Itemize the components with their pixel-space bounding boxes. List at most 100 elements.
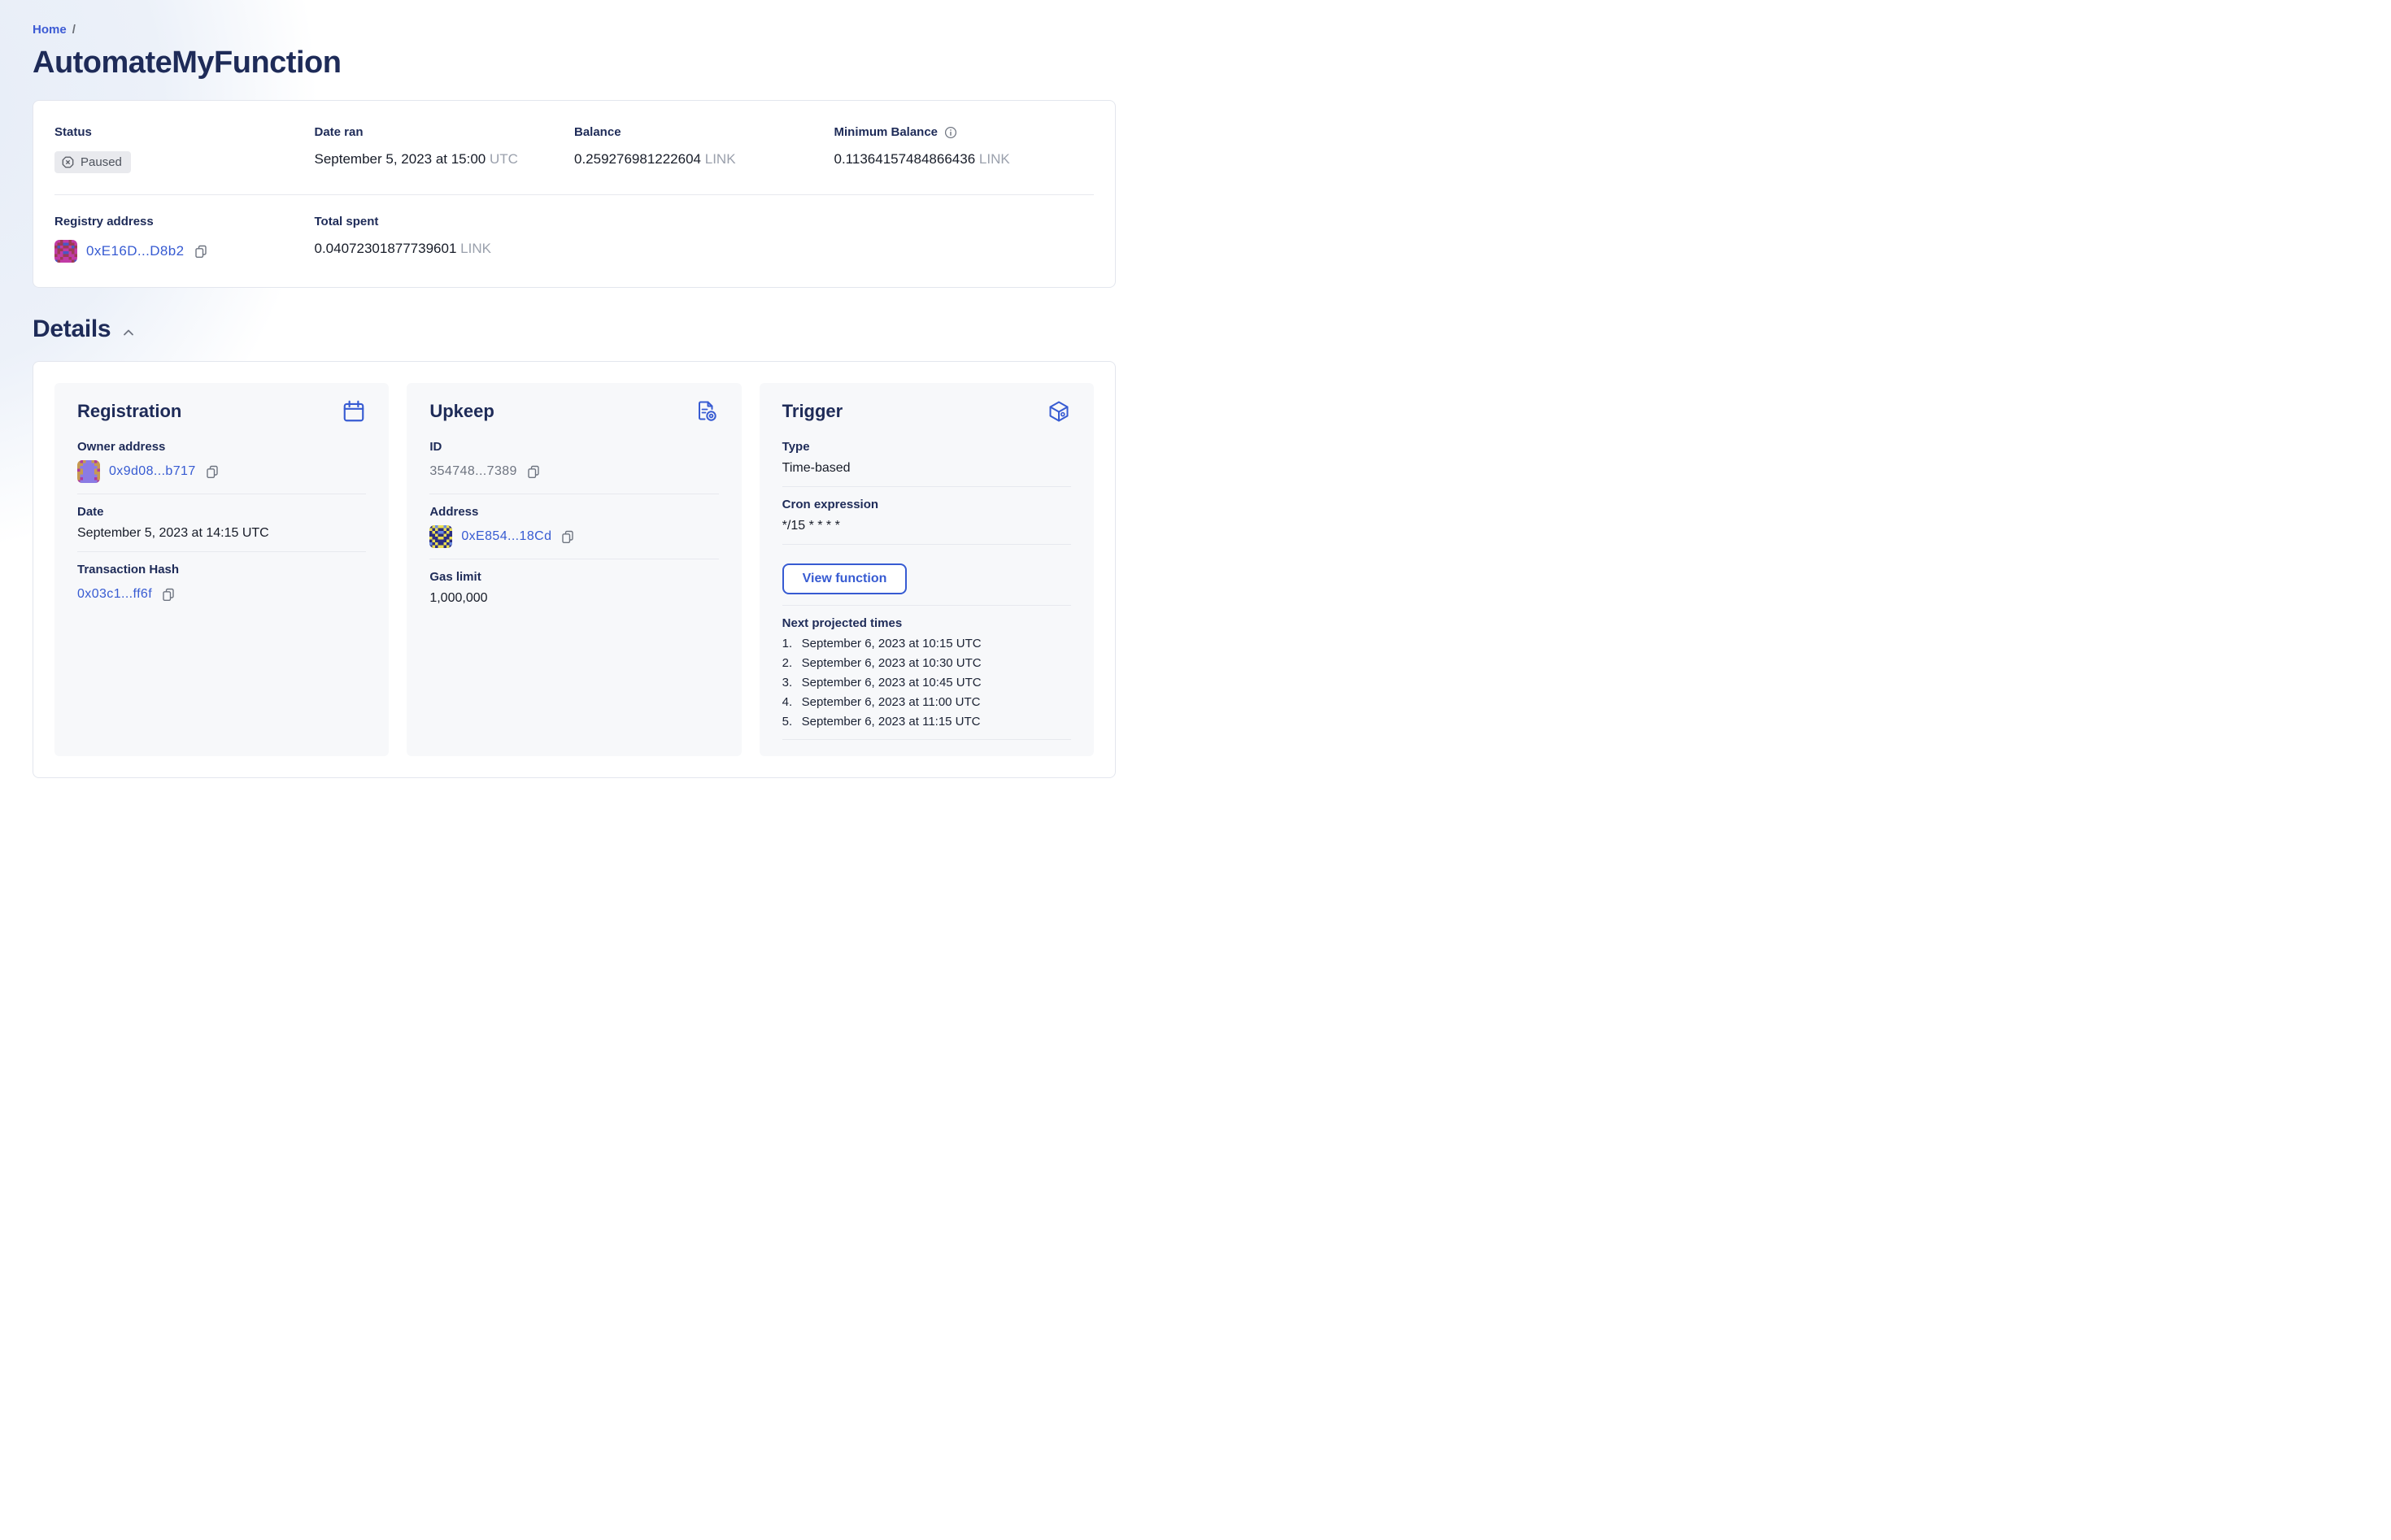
list-item-number: 2. [782,656,793,670]
details-card: Registration Owner address 0x9d08...b717… [33,361,1116,778]
copy-icon [194,245,207,259]
date-ran-value: September 5, 2023 at 15:00 [314,151,486,167]
registration-date-value: September 5, 2023 at 14:15 UTC [77,526,269,540]
registry-address-link[interactable]: 0xE16D...D8b2 [86,243,185,259]
copy-icon [163,588,174,602]
info-icon[interactable] [944,126,957,139]
summary-row-2: Registry address 0xE16D...D8b2 Total spe… [54,215,1094,263]
next-projected-times-list: 1. September 6, 2023 at 10:15 UTC 2. Septe… [782,637,1071,729]
upkeep-address-copy-button[interactable] [560,529,575,544]
summary-row-1: Status Paused Date ran September 5, 2023… [54,125,1094,173]
balance-field: Balance 0.259276981222604 LINK [574,125,834,173]
details-header: Details [33,315,1148,343]
summary-card: Status Paused Date ran September 5, 2023… [33,100,1116,288]
owner-identicon [77,460,100,483]
total-spent-field: Total spent 0.04072301877739601 LINK [315,215,575,263]
registration-date-label: Date [77,505,104,519]
trigger-type-label: Type [782,440,810,454]
list-item-number: 4. [782,695,793,709]
trigger-title: Trigger [782,401,843,421]
list-item: 2. September 6, 2023 at 10:30 UTC [782,656,1071,671]
view-function-button[interactable]: View function [782,563,908,594]
divider [77,551,367,552]
trigger-panel: Trigger Type Time-based Cron expression … [759,383,1094,756]
page-title: AutomateMyFunction [33,46,342,80]
registry-copy-button[interactable] [194,244,208,259]
trigger-type-value: Time-based [782,461,851,475]
minimum-balance-value: 0.11364157484866436 [834,151,976,167]
divider [782,739,1071,740]
status-label: Status [54,125,92,139]
gas-limit-value: 1,000,000 [429,591,488,605]
cron-expression-label: Cron expression [782,498,879,511]
list-item-text: September 6, 2023 at 10:45 UTC [801,676,982,690]
status-badge: Paused [54,151,131,173]
summary-divider [54,194,1094,195]
balance-unit: LINK [704,151,736,167]
upkeep-address-link[interactable]: 0xE854...18Cd [461,529,551,544]
transaction-hash-copy-button[interactable] [161,587,176,602]
list-item-number: 3. [782,676,793,690]
registry-address-label: Registry address [54,215,154,228]
divider [782,486,1071,487]
transaction-hash-link[interactable]: 0x03c1...ff6f [77,587,152,602]
owner-address-link[interactable]: 0x9d08...b717 [109,464,196,479]
total-spent-unit: LINK [460,241,491,256]
total-spent-value: 0.04072301877739601 [314,241,457,256]
next-projected-times-label: Next projected times [782,616,903,630]
list-item-text: September 6, 2023 at 10:15 UTC [801,637,982,650]
list-item: 5. September 6, 2023 at 11:15 UTC [782,715,1071,729]
total-spent-label: Total spent [314,215,379,228]
registry-identicon [54,240,77,263]
copy-icon [206,465,218,479]
minimum-balance-field: Minimum Balance 0.11364157484866436 LINK [834,125,1095,173]
registry-address-field: Registry address 0xE16D...D8b2 [54,215,315,263]
minimum-balance-unit: LINK [978,151,1010,167]
upkeep-address-label: Address [429,505,479,519]
next-projected-times: Next projected times 1. September 6, 2023… [782,616,1071,729]
copy-icon [528,465,539,479]
status-value: Paused [81,155,122,169]
owner-address-label: Owner address [77,440,166,454]
list-item-text: September 6, 2023 at 11:15 UTC [801,715,981,729]
upkeep-title: Upkeep [429,401,494,421]
calendar-icon [344,400,364,422]
divider [782,544,1071,545]
list-item-text: September 6, 2023 at 10:30 UTC [801,656,982,670]
page: Home / AutomateMyFunction Status Paused D… [0,0,1148,778]
breadcrumb-separator: / [72,23,76,37]
balance-value: 0.259276981222604 [574,151,701,167]
registration-title: Registration [77,401,182,421]
list-item-number: 1. [782,637,793,650]
transaction-hash-label: Transaction Hash [77,563,180,576]
list-item-number: 5. [782,715,793,729]
chevron-up-icon [124,329,134,336]
status-field: Status Paused [54,125,315,173]
document-gear-icon [698,401,716,421]
details-heading: Details [33,315,111,342]
copy-icon [562,530,574,544]
upkeep-id-label: ID [429,440,442,454]
cube-icon [1049,401,1069,422]
registration-panel: Registration Owner address 0x9d08...b717… [54,383,390,756]
list-item: 4. September 6, 2023 at 11:00 UTC [782,695,1071,710]
cron-expression-value: */15 * * * * [782,519,840,533]
date-ran-field: Date ran September 5, 2023 at 15:00 UTC [315,125,575,173]
upkeep-panel: Upkeep ID 354748...7389 Address 0xE854..… [407,383,742,756]
details-collapse-toggle[interactable] [121,327,136,338]
gas-limit-label: Gas limit [429,570,481,584]
list-item: 1. September 6, 2023 at 10:15 UTC [782,637,1071,651]
upkeep-id-value: 354748...7389 [429,464,517,478]
breadcrumb-home-link[interactable]: Home [33,23,67,37]
date-ran-label: Date ran [314,125,364,139]
upkeep-address-identicon [429,525,453,548]
date-ran-unit: UTC [490,151,518,167]
breadcrumb: Home / [33,0,1148,37]
list-item-text: September 6, 2023 at 11:00 UTC [801,695,981,709]
minimum-balance-label: Minimum Balance [834,125,939,139]
upkeep-id-copy-button[interactable] [526,464,541,479]
paused-octagon-x-icon [62,156,74,168]
divider [782,605,1071,606]
owner-address-copy-button[interactable] [205,464,220,479]
balance-label: Balance [574,125,621,139]
